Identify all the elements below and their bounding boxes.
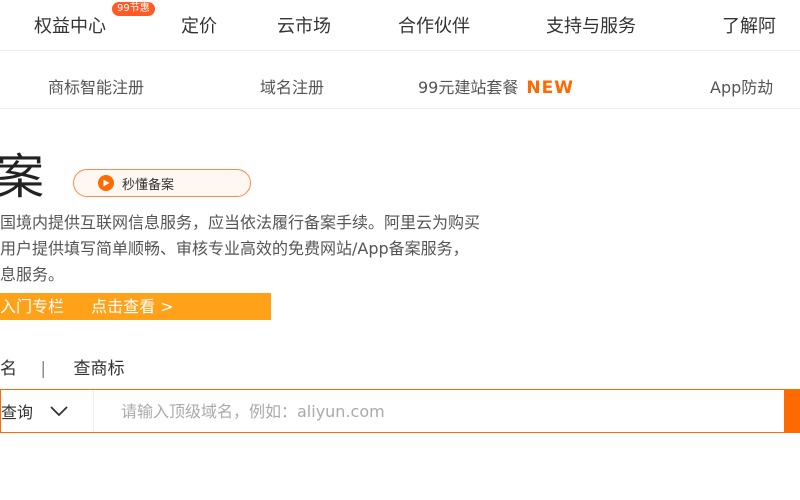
- query-type-select[interactable]: 查询: [1, 390, 94, 432]
- play-icon: [98, 175, 114, 191]
- chevron-down-icon: [49, 402, 69, 421]
- secondary-navigation: 商标智能注册 域名注册 99元建站套餐 NEW App防劫: [0, 51, 800, 109]
- description-line: 息服务。: [0, 265, 65, 284]
- query-type-value: 查询: [1, 403, 34, 422]
- search-button[interactable]: [784, 389, 800, 433]
- subnav-item-trademark[interactable]: 商标智能注册: [48, 74, 144, 98]
- subnav-item-website-package[interactable]: 99元建站套餐 NEW: [418, 74, 574, 98]
- nav-item-benefits[interactable]: 权益中心: [34, 12, 106, 38]
- banner-left-text: 入门专栏: [0, 297, 65, 316]
- quick-intro-label: 秒懂备案: [122, 177, 175, 193]
- nav-item-about[interactable]: 了解阿: [722, 12, 776, 38]
- description-line: 用户提供填写简单顺畅、审核专业高效的免费网站/App备案服务，: [0, 239, 469, 258]
- nav-item-partners[interactable]: 合作伙伴: [398, 12, 470, 38]
- nav-item-marketplace[interactable]: 云市场: [277, 12, 331, 38]
- description: 国境内提供互联网信息服务，应当依法履行备案手续。阿里云为购买 用户提供填写简单顺…: [0, 210, 800, 288]
- page-title: 案: [0, 149, 45, 205]
- new-tag: NEW: [526, 78, 574, 98]
- banner-link[interactable]: 点击查看 >: [91, 297, 174, 316]
- quick-intro-button[interactable]: 秒懂备案: [73, 169, 251, 197]
- intro-banner[interactable]: 入门专栏 点击查看 >: [0, 293, 271, 320]
- promo-badge: 99节惠: [112, 2, 155, 16]
- tab-domain[interactable]: 名: [0, 359, 17, 379]
- search-box: 查询: [0, 389, 800, 433]
- tab-trademark[interactable]: 查商标: [74, 359, 125, 379]
- search-tabs: 名 | 查商标: [0, 354, 125, 379]
- subnav-item-app-protection[interactable]: App防劫: [710, 74, 773, 98]
- subnav-item-domain[interactable]: 域名注册: [260, 74, 324, 98]
- top-navigation: 权益中心 99节惠 定价 云市场 合作伙伴 支持与服务 了解阿: [0, 0, 800, 51]
- nav-item-support[interactable]: 支持与服务: [546, 12, 636, 38]
- nav-item-pricing[interactable]: 定价: [181, 12, 217, 38]
- description-line: 国境内提供互联网信息服务，应当依法履行备案手续。阿里云为购买: [0, 213, 481, 232]
- search-input[interactable]: [105, 390, 775, 432]
- subnav-item-label: 99元建站套餐: [418, 78, 519, 97]
- tab-separator: |: [40, 359, 47, 379]
